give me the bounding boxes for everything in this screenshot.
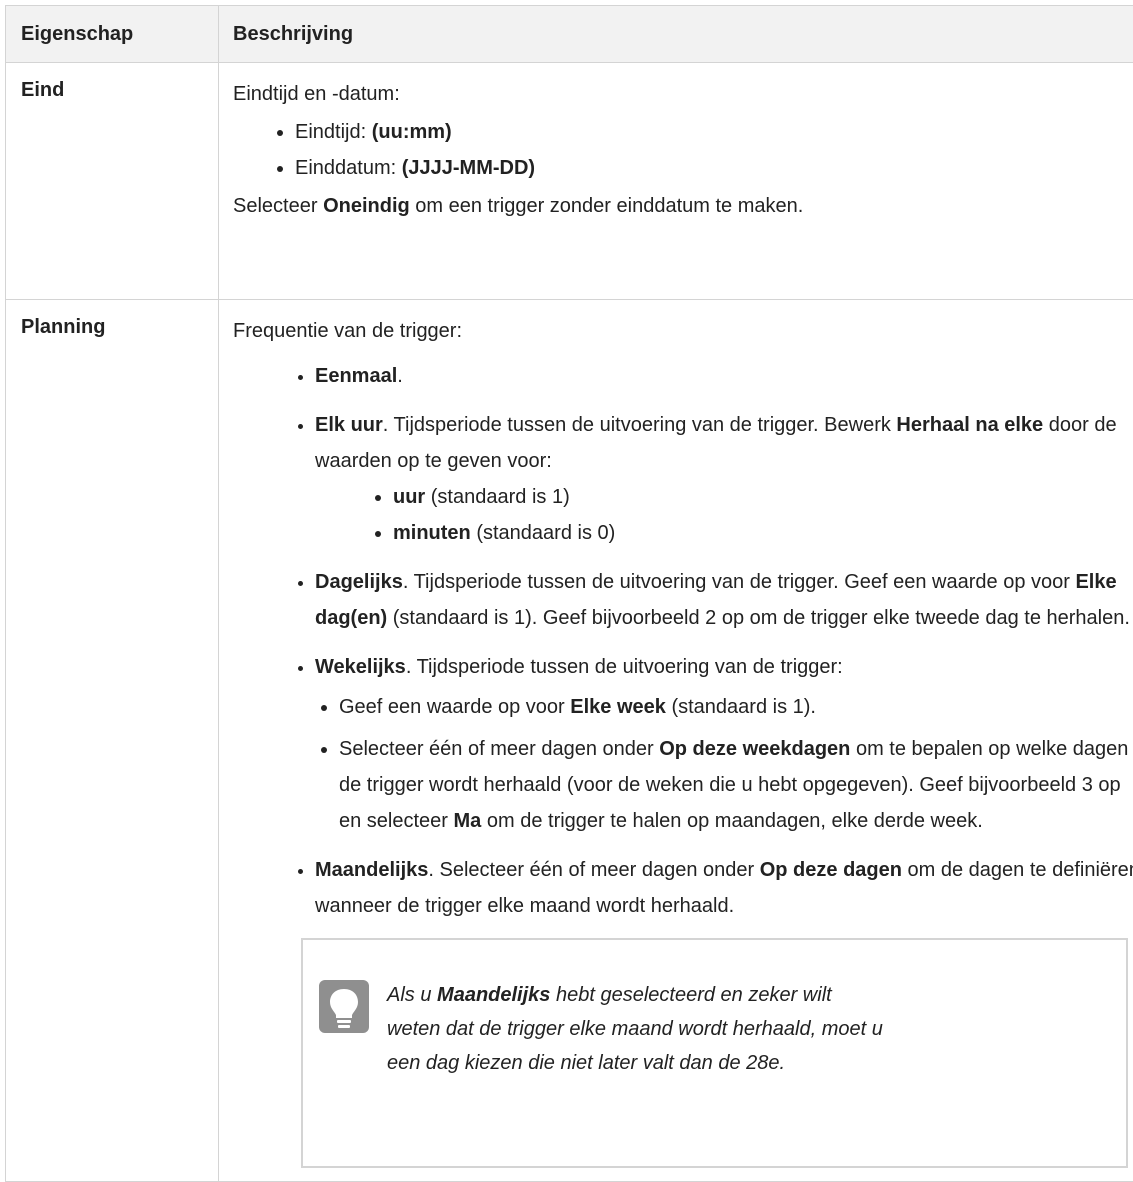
frequency-list: Eenmaal. Elk uur. Tijdsperiode tussen de… (233, 358, 1133, 1168)
table-row-planning: Planning Frequentie van de trigger: Eenm… (6, 300, 1133, 1182)
list-item-wekelijks: Wekelijks. Tijdsperiode tussen de uitvoe… (315, 649, 1133, 839)
table-row-eind: Eind Eindtijd en -datum: Eindtijd: (uu:m… (6, 63, 1133, 300)
header-property: Eigenschap (6, 6, 219, 63)
list-item: Selecteer één of meer dagen onder Op dez… (339, 731, 1133, 839)
header-description: Beschrijving (219, 6, 1133, 63)
property-name-eind: Eind (6, 63, 219, 300)
list-item: uur (standaard is 1) (393, 479, 1133, 515)
tip-text: Als u Maandelijks hebt geselecteerd en z… (387, 978, 887, 1080)
list-item: minuten (standaard is 0) (393, 515, 1133, 551)
wekelijks-sublist: Geef een waarde op voor Elke week (stand… (315, 689, 1133, 839)
property-description-eind: Eindtijd en -datum: Eindtijd: (uu:mm) Ei… (219, 63, 1133, 300)
planning-intro: Frequentie van de trigger: (233, 316, 1133, 346)
property-description-planning: Frequentie van de trigger: Eenmaal. Elk … (219, 300, 1133, 1182)
list-item: Geef een waarde op voor Elke week (stand… (339, 689, 1133, 725)
eind-list: Eindtijd: (uu:mm) Einddatum: (JJJJ-MM-DD… (233, 117, 1133, 183)
table-header-row: Eigenschap Beschrijving (6, 6, 1133, 63)
property-name-planning: Planning (6, 300, 219, 1182)
eind-intro: Eindtijd en -datum: (233, 79, 1133, 109)
list-item-eenmaal: Eenmaal. (315, 358, 1133, 394)
list-item-maandelijks: Maandelijks. Selecteer één of meer dagen… (315, 852, 1133, 1168)
tip-box: Als u Maandelijks hebt geselecteerd en z… (301, 938, 1128, 1168)
list-item-elk-uur: Elk uur. Tijdsperiode tussen de uitvoeri… (315, 407, 1133, 551)
list-item: Einddatum: (JJJJ-MM-DD) (295, 153, 1133, 183)
eind-outro: Selecteer Oneindig om een trigger zonder… (233, 191, 1133, 221)
list-item-dagelijks: Dagelijks. Tijdsperiode tussen de uitvoe… (315, 564, 1133, 636)
properties-table: Eigenschap Beschrijving Eind Eindtijd en… (5, 5, 1133, 1182)
lightbulb-icon (319, 980, 369, 1033)
list-item: Eindtijd: (uu:mm) (295, 117, 1133, 147)
elk-uur-sublist: uur (standaard is 1) minuten (standaard … (315, 479, 1133, 551)
